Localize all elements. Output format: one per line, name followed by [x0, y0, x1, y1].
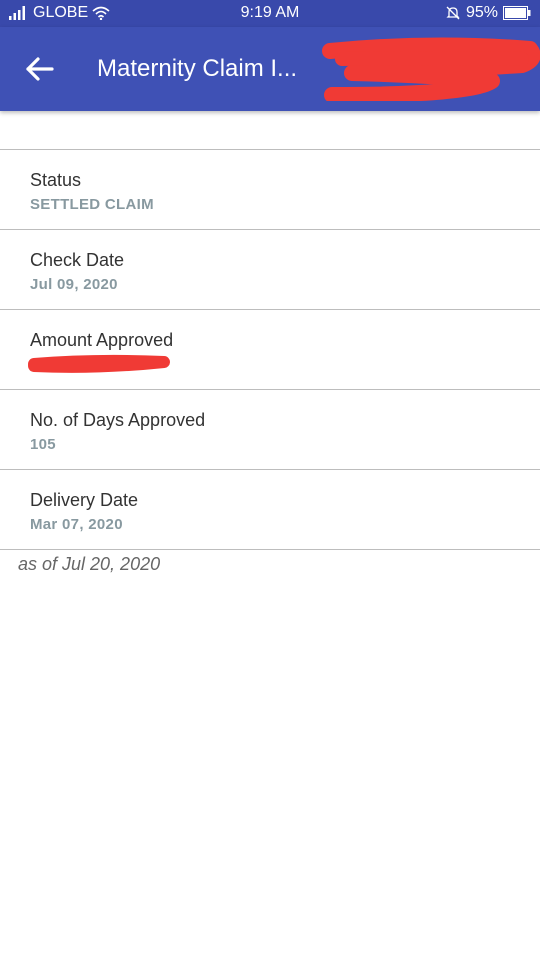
- redaction-mark: [28, 354, 170, 373]
- detail-value: SETTLED CLAIM: [30, 196, 154, 213]
- detail-value: Mar 07, 2020: [30, 516, 123, 533]
- detail-value: Jul 09, 2020: [30, 276, 118, 293]
- detail-label: No. of Days Approved: [30, 410, 206, 430]
- back-button[interactable]: [22, 53, 58, 85]
- status-right: 95%: [445, 4, 531, 22]
- detail-row-amount-approved: Amount Approved: [0, 310, 540, 390]
- detail-row-status: Status SETTLED CLAIM: [0, 150, 540, 230]
- detail-row-delivery-date: Delivery Date Mar 07, 2020: [0, 470, 540, 550]
- status-bar: GLOBE 9:19 AM 95%: [0, 0, 540, 27]
- redaction-mark: [322, 37, 540, 101]
- detail-row-check-date: Check Date Jul 09, 2020: [0, 230, 540, 310]
- detail-row-days-approved: No. of Days Approved 105: [0, 390, 540, 470]
- detail-label: Delivery Date: [30, 490, 139, 510]
- battery-percent: 95%: [465, 4, 498, 21]
- page-title: Maternity Claim I...: [97, 55, 298, 82]
- bell-muted-icon: [446, 6, 460, 20]
- app-bar: Maternity Claim I...: [0, 27, 540, 111]
- as-of-date: as of Jul 20, 2020: [18, 554, 161, 574]
- arrow-left-icon: [26, 57, 54, 81]
- detail-label: Status: [30, 170, 82, 190]
- detail-value: 105: [30, 436, 56, 453]
- detail-label: Amount Approved: [30, 330, 174, 350]
- detail-label: Check Date: [30, 250, 125, 270]
- battery-icon: [503, 6, 531, 20]
- claim-details-list: Status SETTLED CLAIM Check Date Jul 09, …: [0, 149, 540, 550]
